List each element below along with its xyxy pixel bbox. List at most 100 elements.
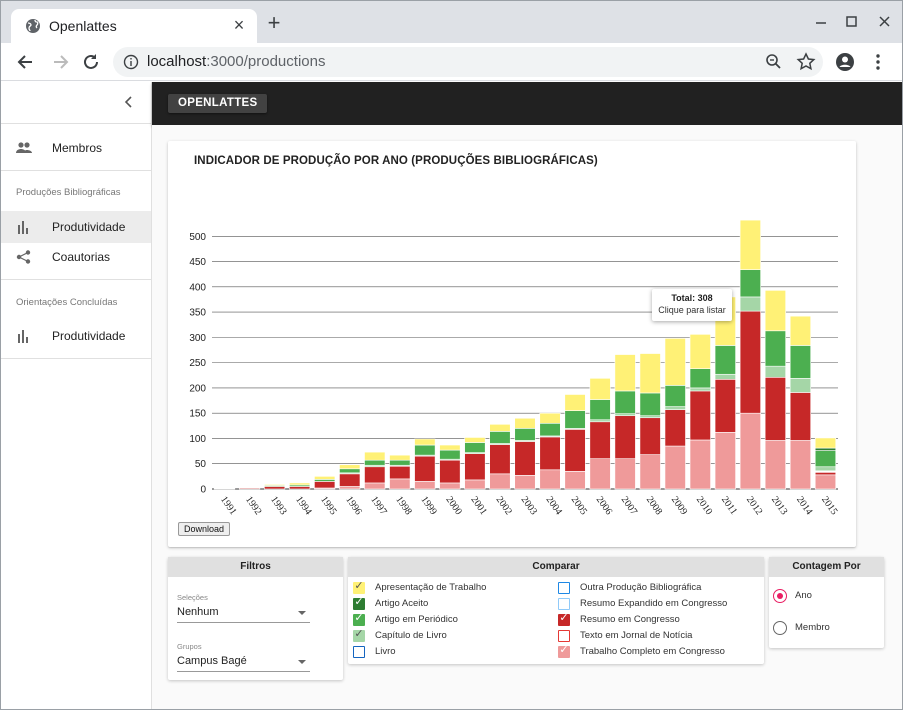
bar-segment: [714, 432, 736, 490]
x-tick-label: 2014: [794, 494, 814, 517]
bar-segment: [789, 440, 812, 490]
sidebar-item-coautorias[interactable]: Coautorias: [1, 241, 151, 273]
maximize-icon[interactable]: [839, 11, 863, 33]
bar-segment: [539, 469, 561, 490]
bar-segment: [364, 451, 386, 461]
productivity-chart[interactable]: 0501001502002503003504004505001991 1992 19…: [168, 179, 856, 519]
filters-panel: Filtros Seleções Nenhum Grupos Campus Ba…: [168, 557, 343, 680]
chart-card: INDICADOR DE PRODUÇÃO POR ANO (PRODUÇÕES…: [168, 141, 856, 547]
bar-segment: [639, 415, 661, 419]
x-tick-label: 2009: [669, 494, 689, 517]
reload-icon[interactable]: [80, 51, 102, 73]
bar-segment: [339, 486, 361, 490]
checkbox-checked[interactable]: ✓: [353, 580, 365, 594]
compare-item-label: Livro: [375, 646, 396, 657]
new-tab-button[interactable]: +: [263, 12, 285, 35]
y-tick-label: 100: [189, 434, 206, 445]
sidebar-item-membros[interactable]: Membros: [1, 132, 151, 164]
y-tick-label: 350: [189, 308, 206, 319]
checkbox-checked[interactable]: ✓: [558, 644, 570, 658]
bar-segment: [439, 482, 461, 490]
bar-segment: [464, 442, 486, 453]
checkbox[interactable]: [353, 646, 365, 658]
bar-segment: [439, 449, 461, 460]
chart-title: INDICADOR DE PRODUÇÃO POR ANO (PRODUÇÕES…: [194, 155, 598, 167]
bar-segment: [389, 459, 411, 466]
checkbox-checked[interactable]: ✓: [558, 612, 570, 626]
bar-segment: [639, 417, 661, 455]
radio-button-selected[interactable]: [773, 589, 787, 603]
bar-segment: [814, 474, 837, 490]
bar-segment: [764, 365, 786, 378]
chart-tooltip: Total: 308 Clique para listar: [652, 289, 732, 321]
close-tab-icon[interactable]: ×: [229, 15, 249, 35]
back-icon[interactable]: [15, 51, 37, 73]
browser-toolbar: localhost:3000/productions: [1, 43, 902, 81]
y-tick-label: 500: [189, 232, 206, 243]
x-tick-label: 1998: [393, 494, 413, 517]
menu-icon[interactable]: [867, 51, 889, 73]
download-button[interactable]: Download: [178, 522, 231, 536]
checkbox-checked[interactable]: ✓: [353, 628, 365, 642]
account-icon[interactable]: [834, 51, 856, 73]
compare-item-label: Trabalho Completo em Congresso: [580, 646, 725, 657]
bar-segment: [589, 421, 611, 459]
sidebar-item-produtividade[interactable]: Produtividade: [1, 211, 151, 243]
minimize-icon[interactable]: [809, 11, 833, 33]
checkbox[interactable]: [558, 630, 570, 642]
compare-item-label: Resumo em Congresso: [580, 614, 680, 625]
bar-segment: [764, 440, 786, 490]
bar-segment: [714, 345, 736, 375]
zoom-icon[interactable]: [763, 51, 785, 73]
x-tick-label: 1995: [318, 494, 338, 517]
browser-tab[interactable]: Openlattes ×: [11, 9, 257, 43]
x-tick-label: 2007: [619, 494, 639, 517]
x-tick-label: 1996: [343, 494, 363, 517]
bar-segment: [739, 412, 761, 490]
bar-segment: [514, 417, 536, 429]
checkbox-checked[interactable]: ✓: [353, 612, 365, 626]
selecoes-select[interactable]: Nenhum: [177, 603, 310, 623]
bar-segment: [639, 353, 661, 394]
brand-button[interactable]: OPENLATTES: [168, 94, 268, 113]
bar-segment: [414, 481, 436, 490]
main-content: INDICADOR DE PRODUÇÃO POR ANO (PRODUÇÕES…: [152, 125, 902, 709]
bar-segment: [364, 459, 386, 466]
info-icon[interactable]: [123, 54, 139, 70]
bar-segment: [589, 378, 611, 400]
sidebar-item-label: Coautorias: [52, 250, 111, 264]
globe-icon: [26, 19, 40, 33]
bar-segment: [814, 472, 837, 476]
y-tick-label: 450: [189, 257, 206, 268]
bar-segment: [314, 476, 336, 480]
bar-segment: [314, 481, 336, 489]
compare-item-label: Artigo Aceito: [375, 598, 429, 609]
sidebar-item-produtividade-orientacoes[interactable]: Produtividade: [1, 320, 151, 352]
radio-label: Ano: [795, 590, 812, 601]
bookmark-star-icon[interactable]: [795, 51, 817, 73]
bar-segment: [564, 394, 586, 411]
checkbox[interactable]: [558, 582, 570, 594]
bar-segment: [689, 368, 711, 389]
bar-segment: [789, 378, 812, 393]
bar-segment: [564, 410, 586, 429]
forward-icon[interactable]: [49, 51, 71, 73]
sidebar-item-label: Produtividade: [52, 220, 126, 234]
compare-item-label: Artigo em Periódico: [375, 614, 458, 625]
close-window-icon[interactable]: [872, 11, 896, 33]
checkbox[interactable]: [558, 598, 570, 610]
address-bar[interactable]: localhost:3000/productions: [113, 47, 823, 77]
bar-segment: [439, 459, 461, 484]
bar-segment: [739, 310, 761, 414]
radio-button[interactable]: [773, 621, 787, 635]
bar-segment: [289, 486, 311, 490]
grupos-value: Campus Bagé: [177, 655, 247, 667]
chevron-left-icon[interactable]: [119, 92, 139, 112]
grupos-select[interactable]: Campus Bagé: [177, 652, 310, 672]
bar-segment: [614, 390, 636, 414]
bar-segment: [339, 473, 361, 487]
people-icon: [16, 142, 32, 153]
bar-segment: [689, 334, 711, 370]
bar-segment: [339, 468, 361, 474]
checkbox-checked[interactable]: ✓: [353, 596, 365, 610]
